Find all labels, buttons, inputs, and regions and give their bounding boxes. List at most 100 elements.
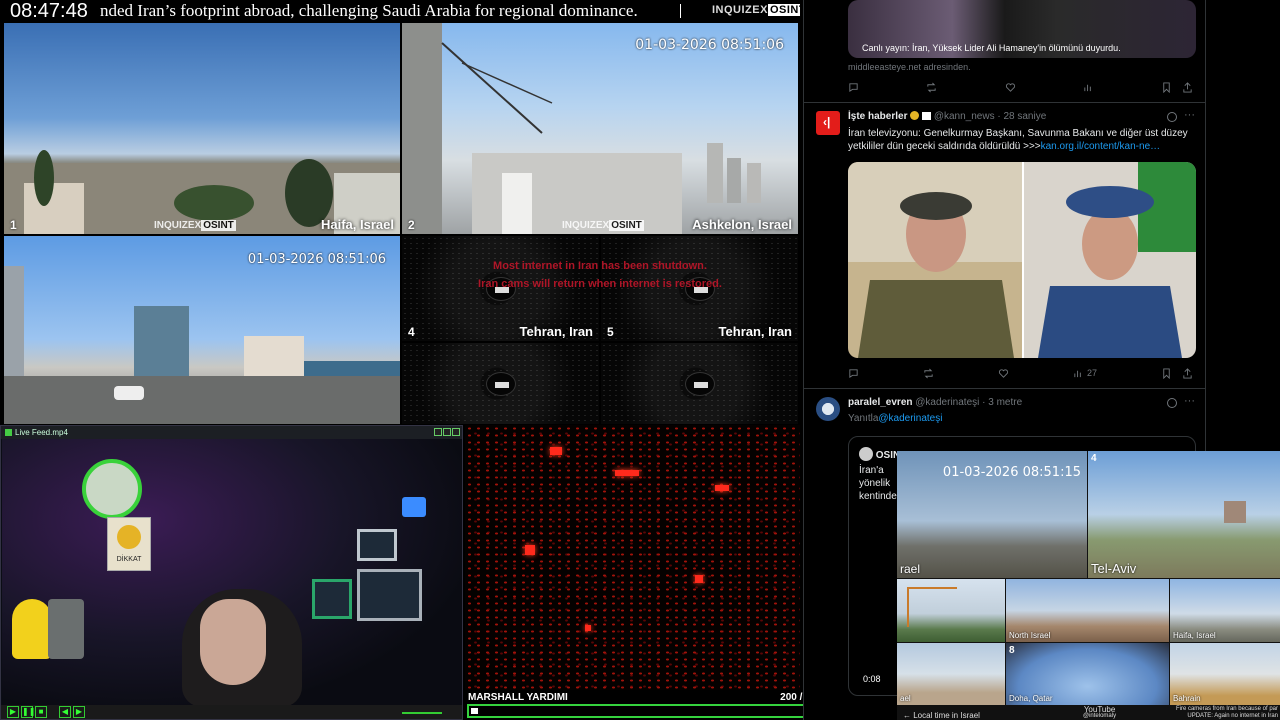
- youtube-label: YouTube @intelomaly: [1083, 705, 1117, 720]
- tweet-actions: 27: [848, 366, 1193, 380]
- media-player-window[interactable]: Live Feed.mp4 DİKKAT ▶ ❚❚ ■ ◀ ▶: [0, 425, 463, 720]
- views-icon: [1074, 370, 1081, 377]
- views-count: 27: [1086, 368, 1097, 378]
- retweet-icon[interactable]: [926, 80, 937, 94]
- play-button[interactable]: ▶: [7, 706, 19, 718]
- radiation-icon: [117, 525, 141, 549]
- offline-notice: Most internet in Iran has been shutdown.…: [402, 257, 798, 293]
- heat-blip: [715, 485, 729, 491]
- more-options-icon[interactable]: ···: [1184, 395, 1195, 407]
- counter-label: MARSHALL YARDIMI: [468, 692, 568, 703]
- more-options-icon[interactable]: ···: [1184, 109, 1195, 121]
- overlay-camera-israel[interactable]: 01-03-2026 08:51:15 rael: [897, 451, 1087, 578]
- maximize-button[interactable]: [443, 428, 451, 436]
- ticker-separator: [680, 4, 681, 18]
- camera-tile-tehran-6[interactable]: [402, 343, 599, 424]
- brand-text-b: OSINT: [767, 4, 800, 16]
- overlay-camera-label: Tel-Aviv: [1091, 561, 1137, 576]
- camera-tile-ashkelon[interactable]: 01-03-2026 08:51:06 INQUIZEX OSINT 2 Ashk…: [402, 23, 798, 234]
- haifa-scene: [4, 150, 400, 234]
- kann-news-avatar[interactable]: ‹|: [816, 111, 840, 135]
- camera-location: Ashkelon, Israel: [692, 217, 792, 232]
- tweet-image-caption: Canlı yayın: İran, Yüksek Lider Ali Hama…: [862, 43, 1121, 53]
- overlay-camera-doha[interactable]: 8 Doha, Qatar: [1006, 643, 1169, 705]
- counter-progress-fill: [471, 708, 479, 714]
- next-button[interactable]: ▶: [73, 706, 85, 718]
- bookmark-icon[interactable]: [1161, 81, 1172, 93]
- bookmark-icon[interactable]: [1161, 367, 1172, 379]
- reply-icon[interactable]: [848, 366, 859, 380]
- camera-tile-city[interactable]: 01-03-2026 08:51:06: [4, 236, 400, 424]
- tweet-author-name[interactable]: İşte haberler: [848, 111, 907, 122]
- player-titlebar[interactable]: Live Feed.mp4: [1, 426, 462, 439]
- tweet-handle[interactable]: @kaderinateşi: [915, 397, 979, 408]
- reply-icon[interactable]: [848, 80, 859, 94]
- overlay-footer: ← Local time in Israel YouTube @inteloma…: [897, 705, 1280, 720]
- views-button[interactable]: 27: [1073, 366, 1097, 380]
- views-icon[interactable]: [1083, 80, 1094, 94]
- tweet-time[interactable]: 28 saniye: [1003, 111, 1046, 122]
- overlay-camera-haifa[interactable]: Haifa, Israel: [1170, 579, 1280, 642]
- overlay-camera-tel-aviv[interactable]: 4 Tel-Aviv: [1088, 451, 1280, 578]
- offline-eye-icon: [684, 371, 715, 396]
- overlay-timestamp: 01-03-2026 08:51:15: [942, 465, 1081, 480]
- ticker-clock: 08:47:48: [0, 0, 100, 22]
- tweet-header: paralel_evren @kaderinateşi · 3 metre: [848, 397, 1023, 408]
- previous-button[interactable]: ◀: [59, 706, 71, 718]
- overlay-camera-label: rael: [900, 562, 921, 576]
- overlay-camera-number: 8: [1009, 645, 1015, 656]
- camera-number: 1: [10, 218, 17, 232]
- grok-icon[interactable]: [1167, 398, 1177, 408]
- heat-blip: [525, 545, 535, 555]
- minimize-button[interactable]: [434, 428, 442, 436]
- video-duration: 0:08: [863, 674, 881, 684]
- window-buttons: [434, 428, 460, 436]
- like-icon[interactable]: [998, 366, 1009, 380]
- offline-line-2: Iran cams will return when internet is r…: [478, 278, 722, 290]
- like-icon[interactable]: [1005, 80, 1016, 94]
- camera-tile-tehran-7[interactable]: [601, 343, 798, 424]
- volume-slider[interactable]: [402, 712, 442, 714]
- overlay-camera-label: North Israel: [1009, 631, 1051, 640]
- verified-badge-icon: [910, 111, 920, 120]
- donation-counter: MARSHALL YARDIMI 200 / 10000: [465, 690, 835, 720]
- overlay-camera-label: ael: [900, 694, 911, 703]
- retweet-icon[interactable]: [923, 366, 934, 380]
- stop-button[interactable]: ■: [35, 706, 47, 718]
- paralel-evren-avatar[interactable]: [816, 397, 840, 421]
- tweet-source[interactable]: middleeasteye.net adresinden.: [848, 62, 971, 72]
- news-ticker: nded Iran’s footprint abroad, challengin…: [0, 0, 800, 22]
- close-button[interactable]: [452, 428, 460, 436]
- tweet-author-name[interactable]: paralel_evren: [848, 397, 913, 408]
- share-icon[interactable]: [1182, 367, 1193, 379]
- blue-light: [402, 497, 426, 517]
- quoted-text: İran'a yönelik kentinde: [859, 465, 897, 502]
- org-badge-icon: [922, 112, 932, 120]
- tweet-image-generals[interactable]: [848, 162, 1196, 358]
- overlay-camera-bahrain[interactable]: Bahrain: [1170, 643, 1280, 705]
- pause-button[interactable]: ❚❚: [21, 706, 35, 718]
- grok-icon[interactable]: [1167, 112, 1177, 122]
- overlay-camera-north-israel[interactable]: North Israel: [1006, 579, 1169, 642]
- overlay-camera-label: Haifa, Israel: [1173, 631, 1216, 640]
- overlay-camera-israel-2[interactable]: ael: [897, 643, 1005, 705]
- feed-divider: [804, 102, 1205, 103]
- tweet-image[interactable]: Canlı yayın: İran, Yüksek Lider Ali Hama…: [848, 0, 1196, 58]
- stream-screen: nded Iran’s footprint abroad, challengin…: [0, 0, 1280, 720]
- overlay-camera-label: Bahrain: [1173, 694, 1201, 703]
- camera-location: Haifa, Israel: [321, 217, 394, 232]
- blurred-area: [1224, 501, 1246, 523]
- overlay-camera-grid[interactable]: 01-03-2026 08:51:15 rael 4 Tel-Aviv Nort…: [897, 451, 1280, 720]
- share-icon[interactable]: [1182, 81, 1193, 93]
- camera-tile-haifa[interactable]: INQUIZEX OSINT 1 Haifa, Israel: [4, 23, 400, 234]
- tweet-link[interactable]: kan.org.il/content/kan-ne…: [1041, 141, 1161, 152]
- crt-monitor: [357, 529, 397, 561]
- overlay-camera-construction[interactable]: [897, 579, 1005, 642]
- heat-blip: [615, 470, 639, 476]
- tweet-handle[interactable]: @kann_news: [934, 111, 995, 122]
- tweet-time[interactable]: 3 metre: [988, 397, 1022, 408]
- camera-timestamp: 01-03-2026 08:51:06: [247, 252, 386, 267]
- pikachu-figure: [12, 599, 52, 659]
- tweet-header: İşte haberler @kann_news · 28 saniye: [848, 111, 1047, 122]
- reply-handle-link[interactable]: @kaderinateşi: [878, 413, 942, 424]
